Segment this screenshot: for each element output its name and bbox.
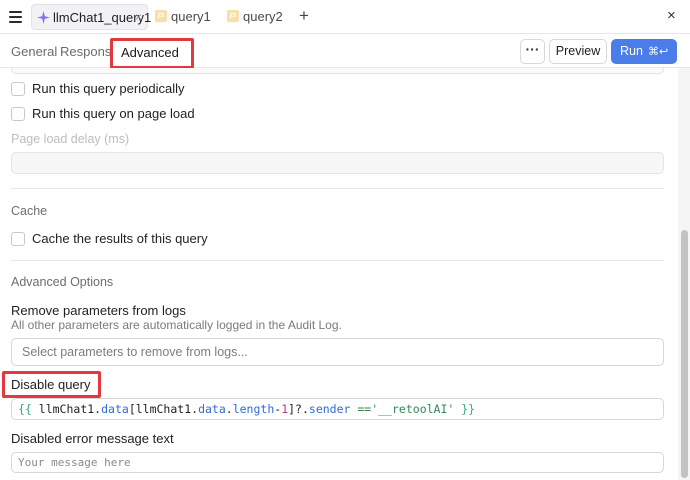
divider [11, 188, 664, 189]
code-token: == [350, 402, 372, 416]
js-icon: JS [227, 10, 239, 22]
close-panel-icon[interactable]: × [667, 8, 676, 24]
partial-input [11, 68, 664, 74]
divider [11, 260, 664, 261]
code-token: '__retoolAI' [371, 402, 455, 416]
code-token: length [232, 402, 275, 416]
run-on-page-load-label: Run this query on page load [32, 106, 195, 121]
code-token: data [198, 402, 226, 416]
code-token: [llmChat1. [128, 402, 199, 416]
page-load-delay-label: Page load delay (ms) [11, 132, 130, 146]
run-on-page-load-checkbox[interactable] [11, 106, 25, 121]
remove-params-label: Remove parameters from logs [11, 303, 186, 318]
tab-general[interactable]: General [11, 44, 57, 59]
preview-button[interactable]: Preview [549, 39, 607, 64]
tab-label: query1 [171, 9, 211, 24]
add-tab-icon[interactable]: + [299, 7, 309, 24]
page-load-delay-input [11, 152, 664, 174]
cache-results-option[interactable]: Cache the results of this query [11, 231, 208, 246]
query-toolbar: General Response Advanced ··· Preview Ru… [0, 34, 690, 69]
remove-params-help: All other parameters are automatically l… [11, 318, 342, 332]
sparkle-icon [37, 11, 50, 24]
disabled-error-input[interactable]: Your message here [11, 452, 664, 473]
code-token: {{ [18, 402, 32, 416]
disable-query-label: Disable query [11, 377, 91, 392]
close-tab-icon[interactable]: × [135, 10, 142, 24]
disabled-error-label: Disabled error message text [11, 431, 174, 446]
run-button-label: Run [620, 44, 643, 58]
run-on-page-load-option[interactable]: Run this query on page load [11, 106, 195, 121]
remove-params-select[interactable]: Select parameters to remove from logs... [11, 338, 664, 366]
run-periodically-checkbox[interactable] [11, 81, 25, 96]
query-tab-bar: llmChat1_query1 × JS query1 JS query2 + … [0, 0, 690, 34]
tab-llmchat1-query1[interactable]: llmChat1_query1 × [31, 4, 151, 30]
js-icon: JS [155, 10, 167, 22]
tab-advanced[interactable]: Advanced [110, 38, 194, 69]
advanced-options-title: Advanced Options [11, 275, 114, 289]
run-periodically-option[interactable]: Run this query periodically [11, 81, 184, 96]
code-token: ]?. [288, 402, 309, 416]
advanced-settings-panel: Run this query periodically Run this que… [0, 68, 678, 480]
cache-section-title: Cache [11, 204, 48, 218]
run-periodically-label: Run this query periodically [32, 81, 185, 96]
cache-results-label: Cache the results of this query [32, 231, 208, 246]
code-token: . [225, 402, 233, 416]
run-button[interactable]: Run ⌘↩ [611, 39, 677, 64]
more-options-button[interactable]: ··· [520, 39, 545, 64]
run-shortcut: ⌘↩ [647, 46, 669, 58]
scrollbar-thumb[interactable] [681, 230, 688, 478]
cache-results-checkbox[interactable] [11, 231, 25, 246]
menu-icon[interactable] [9, 11, 22, 23]
tab-query1[interactable]: JS query1 [150, 4, 220, 30]
tab-label: query2 [243, 9, 283, 24]
disable-query-code-input[interactable]: {{ llmChat1.data[llmChat1.data.length-1]… [11, 398, 664, 420]
code-token: }} [454, 402, 476, 416]
code-token: data [101, 402, 129, 416]
tab-query2[interactable]: JS query2 [222, 4, 292, 30]
code-token: llmChat1. [31, 402, 102, 416]
code-token: sender [308, 402, 351, 416]
